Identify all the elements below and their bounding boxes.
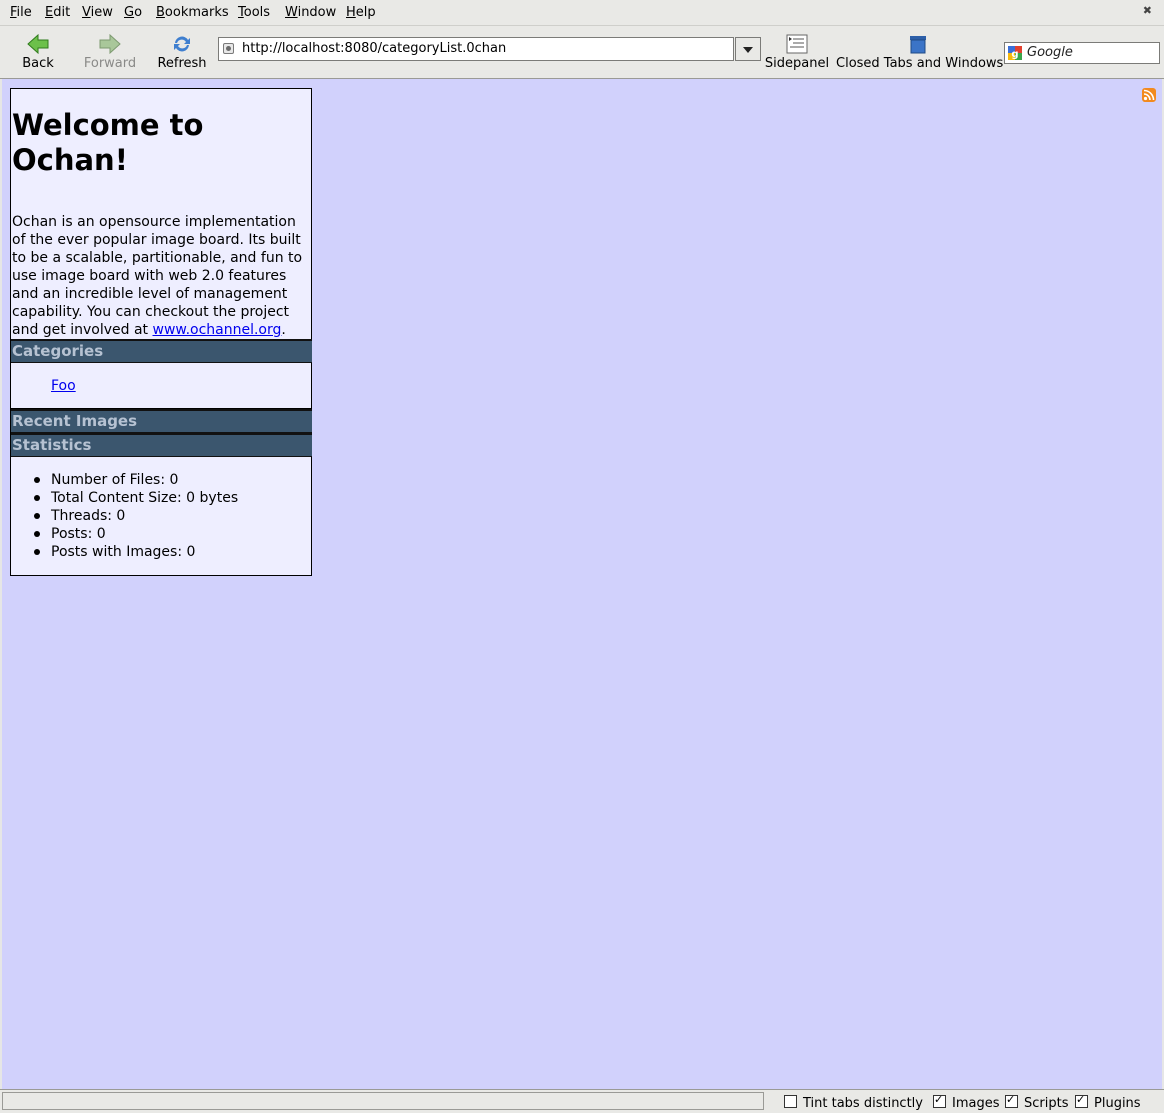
statistics-list: Number of Files: 0 Total Content Size: 0… xyxy=(33,471,239,561)
tint-tabs-checkbox[interactable] xyxy=(784,1095,797,1108)
category-link-foo[interactable]: Foo xyxy=(51,378,76,394)
menu-help[interactable]: Help xyxy=(346,5,376,20)
svg-text:g: g xyxy=(1011,49,1018,60)
search-placeholder: Google xyxy=(1027,45,1073,60)
menu-window[interactable]: Window xyxy=(285,5,336,20)
closed-tabs-button[interactable]: Closed Tabs and Windows xyxy=(836,28,1004,76)
images-checkbox[interactable] xyxy=(933,1093,946,1108)
close-tab-icon[interactable]: ✖ xyxy=(1143,4,1152,17)
stat-total-content-size: Total Content Size: 0 bytes xyxy=(33,490,239,506)
url-input[interactable]: http://localhost:8080/categoryList.0chan xyxy=(218,37,734,61)
images-toggle[interactable]: Images xyxy=(933,1093,1000,1111)
sidepanel-icon xyxy=(786,34,808,54)
url-text: http://localhost:8080/categoryList.0chan xyxy=(242,41,507,56)
trash-icon xyxy=(910,36,926,54)
scripts-label: Scripts xyxy=(1024,1096,1069,1111)
images-label: Images xyxy=(952,1096,1000,1111)
rss-feed-icon[interactable] xyxy=(1142,88,1156,102)
forward-label: Forward xyxy=(83,56,137,71)
recent-images-heading: Recent Images xyxy=(11,409,312,433)
tint-tabs-toggle[interactable]: Tint tabs distinctly xyxy=(784,1095,923,1111)
statistics-heading: Statistics xyxy=(11,433,312,457)
stat-posts-with-images: Posts with Images: 0 xyxy=(33,543,238,561)
intro-text: Ochan is an opensource implementation of… xyxy=(12,214,303,338)
refresh-button[interactable]: Refresh xyxy=(156,28,208,76)
refresh-icon xyxy=(174,36,190,52)
menu-bookmarks[interactable]: Bookmarks xyxy=(156,5,229,20)
scripts-toggle[interactable]: Scripts xyxy=(1005,1093,1069,1111)
sidepanel-label: Sidepanel xyxy=(764,56,830,71)
refresh-label: Refresh xyxy=(157,56,207,71)
menubar: File Edit View Go Bookmarks Tools Window… xyxy=(0,0,1164,26)
status-text-field xyxy=(2,1092,764,1110)
plugins-toggle[interactable]: Plugins xyxy=(1075,1093,1141,1111)
closed-tabs-label: Closed Tabs and Windows xyxy=(836,56,1004,71)
navigation-toolbar: Back Forward Refresh http://localhost:80… xyxy=(0,26,1164,79)
url-dropdown-button[interactable] xyxy=(735,37,761,61)
stat-number-of-files: Number of Files: 0 xyxy=(33,471,238,489)
page-viewport: Welcome to Ochan! Ochan is an opensource… xyxy=(2,79,1162,1089)
plugins-checkbox[interactable] xyxy=(1075,1093,1088,1108)
search-input[interactable]: g Google xyxy=(1004,42,1160,64)
menu-go[interactable]: Go xyxy=(124,5,142,20)
back-label: Back xyxy=(22,56,54,71)
forward-button[interactable]: Forward xyxy=(80,28,140,76)
forward-arrow-icon xyxy=(99,34,121,54)
categories-heading: Categories xyxy=(11,339,312,363)
menu-view[interactable]: View xyxy=(82,5,113,20)
menu-file[interactable]: File xyxy=(10,5,32,20)
page-icon xyxy=(223,43,234,54)
tint-tabs-label: Tint tabs distinctly xyxy=(803,1096,923,1111)
google-icon: g xyxy=(1007,45,1023,61)
menu-tools[interactable]: Tools xyxy=(238,5,270,20)
back-arrow-icon xyxy=(27,34,49,54)
sidepanel-button[interactable]: Sidepanel xyxy=(764,28,830,76)
welcome-panel: Welcome to Ochan! Ochan is an opensource… xyxy=(10,88,312,576)
stat-threads: Threads: 0 xyxy=(33,507,238,525)
scripts-checkbox[interactable] xyxy=(1005,1093,1018,1108)
stat-posts: Posts: 0 xyxy=(33,525,238,543)
menu-edit[interactable]: Edit xyxy=(45,5,70,20)
back-button[interactable]: Back xyxy=(16,28,60,76)
plugins-label: Plugins xyxy=(1094,1096,1141,1111)
ochannel-link[interactable]: www.ochannel.org xyxy=(153,322,282,338)
status-bar: Tint tabs distinctly Images Scripts Plug… xyxy=(0,1089,1164,1113)
intro-end: . xyxy=(281,322,286,338)
intro-paragraph: Ochan is an opensource implementation of… xyxy=(12,213,312,339)
page-title: Welcome to Ochan! xyxy=(12,108,204,177)
